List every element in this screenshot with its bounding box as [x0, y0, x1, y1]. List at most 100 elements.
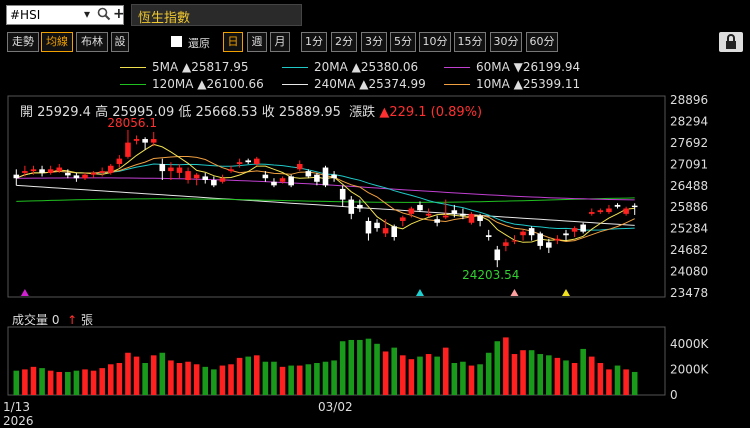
minute-15-button[interactable]: 15分	[454, 32, 486, 52]
period-week-button[interactable]: 週	[247, 32, 267, 52]
volume-bar	[176, 363, 183, 395]
minute-5-button[interactable]: 5分	[390, 32, 416, 52]
candle-body	[546, 242, 552, 248]
ma5-dir: ▲	[182, 60, 192, 74]
volume-bar	[296, 365, 303, 395]
candle-body	[202, 176, 209, 181]
candle-body	[279, 178, 286, 182]
candle-body	[400, 217, 406, 221]
ma120-value: 26100.66	[206, 77, 264, 91]
minute-1-label: 1分	[305, 35, 323, 48]
candle-body	[528, 228, 535, 236]
volume-panel-border	[7, 326, 666, 396]
candle-body	[477, 215, 483, 221]
volume-bar	[271, 361, 277, 395]
ma60-line	[16, 177, 635, 201]
ma10-value: 25399.11	[522, 77, 581, 91]
high-value: 25995.09	[112, 105, 175, 120]
candle-body	[314, 174, 320, 182]
candle-body	[494, 249, 501, 261]
tab-ma[interactable]: 均線	[41, 32, 73, 52]
candle-body	[588, 212, 595, 214]
volume-bar	[279, 366, 286, 395]
volume-bar	[236, 357, 243, 395]
ma20-swatch	[282, 67, 308, 68]
symbol-text: #HSI	[10, 8, 41, 22]
candle-body	[228, 169, 234, 172]
price-tick-label: 23478	[670, 286, 708, 300]
x-label-mid: 03/02	[318, 400, 353, 414]
volume-bar	[73, 370, 80, 395]
signal-marker-icon	[510, 289, 519, 296]
lock-icon[interactable]	[719, 32, 743, 52]
ma20-name: 20MA	[314, 60, 348, 74]
search-icon[interactable]	[97, 7, 111, 24]
candle-body	[82, 174, 88, 179]
candle-body	[65, 172, 71, 176]
dropdown-chevron-icon[interactable]: ▾	[84, 7, 90, 21]
price-tick-label: 27692	[670, 136, 708, 150]
price-panel-border	[7, 95, 666, 298]
price-tick-label: 24080	[670, 265, 708, 279]
volume-axis: 4000K 2000K 0	[670, 337, 710, 402]
volume-header: 成交量 0 ↑ 張	[12, 311, 93, 328]
minute-3-button[interactable]: 3分	[361, 32, 387, 52]
candle-body	[417, 204, 423, 211]
close-value: 25889.95	[278, 105, 341, 120]
close-label: 收	[261, 105, 275, 120]
volume-up-arrow-icon: ↑	[67, 313, 78, 327]
candle-body	[262, 174, 269, 179]
open-label: 開	[20, 105, 34, 120]
signal-marker-icon	[415, 289, 424, 296]
volume-bar	[107, 364, 114, 395]
volume-bar	[305, 364, 312, 395]
ma20-line	[16, 163, 635, 231]
minute-60-label: 60分	[529, 35, 555, 48]
volume-tick-label: 0	[670, 388, 678, 402]
period-month-label: 月	[274, 35, 286, 48]
candle-body	[460, 213, 466, 216]
volume-bar	[65, 371, 71, 395]
tab-settings[interactable]: 設	[111, 32, 129, 52]
minute-10-button[interactable]: 10分	[419, 32, 451, 52]
add-icon[interactable]: +	[113, 6, 125, 22]
volume-bar	[614, 365, 621, 395]
tab-trend[interactable]: 走勢	[7, 32, 39, 52]
ma60-name: 60MA	[476, 60, 510, 74]
candle-body	[73, 175, 80, 179]
minute-2-button[interactable]: 2分	[331, 32, 357, 52]
index-title-box: 恆生指數	[131, 4, 302, 26]
ma240-line	[16, 184, 635, 226]
volume-bar	[451, 363, 458, 395]
volume-bar	[494, 341, 501, 395]
period-day-button[interactable]: 日	[223, 32, 243, 52]
ma10-name: 10MA	[476, 77, 510, 91]
volume-bar	[588, 356, 595, 395]
minute-30-button[interactable]: 30分	[490, 32, 522, 52]
tab-bollinger[interactable]: 布林	[76, 32, 108, 52]
candle-body	[219, 178, 226, 182]
candle-body	[357, 204, 363, 209]
price-tick-label: 28294	[670, 114, 708, 128]
candle-body	[107, 165, 114, 173]
period-month-button[interactable]: 月	[270, 32, 290, 52]
symbol-input[interactable]: #HSI ▾ +	[6, 5, 125, 25]
price-tick-label: 25284	[670, 222, 708, 236]
volume-bar	[99, 368, 105, 395]
ma-legend-60: 60MA ▼26199.94	[444, 60, 580, 74]
candle-body	[30, 169, 37, 172]
price-tick-label: 26488	[670, 179, 708, 193]
minute-60-button[interactable]: 60分	[526, 32, 558, 52]
minute-1-button[interactable]: 1分	[301, 32, 327, 52]
candle-body	[554, 238, 561, 241]
volume-bar	[485, 352, 492, 395]
volume-bar	[348, 339, 355, 395]
candle-body	[606, 208, 612, 213]
adjust-checkbox[interactable]	[171, 36, 182, 47]
volume-bar	[30, 366, 37, 395]
volume-bar	[219, 365, 226, 395]
volume-bar	[571, 363, 578, 395]
volume-bar	[563, 360, 569, 395]
volume-bar	[39, 368, 45, 395]
candle-body	[614, 204, 621, 207]
